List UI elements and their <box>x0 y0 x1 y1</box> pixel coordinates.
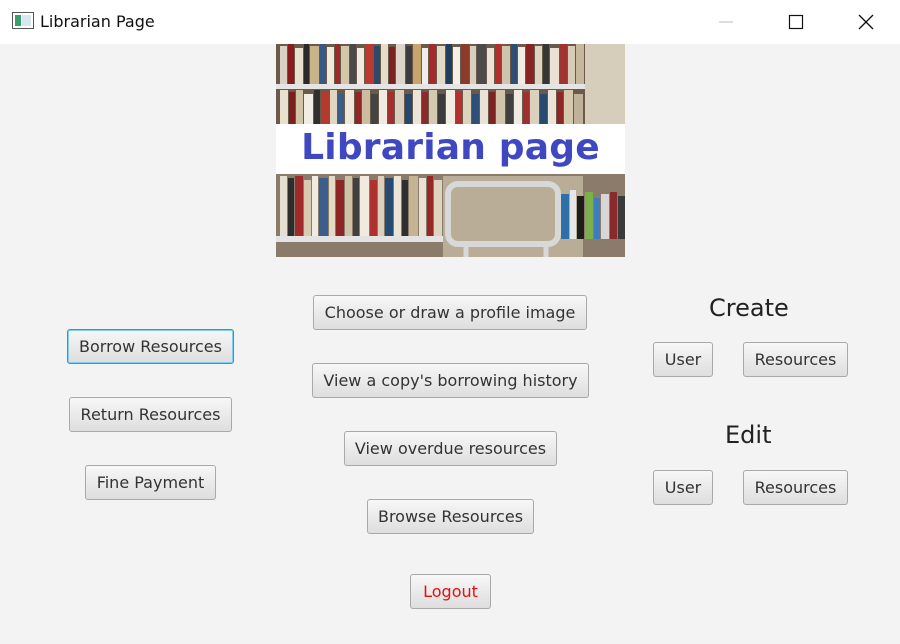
maximize-button[interactable] <box>773 0 819 44</box>
return-resources-button[interactable]: Return Resources <box>69 397 232 432</box>
borrow-resources-button[interactable]: Borrow Resources <box>67 329 234 364</box>
banner-heading: Librarian page <box>276 124 625 174</box>
fine-payment-button[interactable]: Fine Payment <box>85 465 216 500</box>
create-user-button[interactable]: User <box>653 342 713 377</box>
title-bar: Librarian Page <box>0 0 900 44</box>
maximize-icon <box>788 14 804 30</box>
edit-heading: Edit <box>725 421 772 449</box>
create-resources-button[interactable]: Resources <box>743 342 848 377</box>
app-icon <box>12 12 34 29</box>
minimize-button[interactable] <box>703 0 749 44</box>
create-heading: Create <box>709 294 789 322</box>
window-title: Librarian Page <box>40 12 155 31</box>
borrowing-history-button[interactable]: View a copy's borrowing history <box>312 363 589 398</box>
edit-user-button[interactable]: User <box>653 470 713 505</box>
close-icon <box>858 14 874 30</box>
close-button[interactable] <box>843 0 889 44</box>
logout-button[interactable]: Logout <box>410 574 491 609</box>
edit-resources-button[interactable]: Resources <box>743 470 848 505</box>
browse-resources-button[interactable]: Browse Resources <box>367 499 534 534</box>
profile-image-button[interactable]: Choose or draw a profile image <box>313 295 587 330</box>
minimize-icon <box>719 21 733 23</box>
overdue-resources-button[interactable]: View overdue resources <box>344 431 557 466</box>
